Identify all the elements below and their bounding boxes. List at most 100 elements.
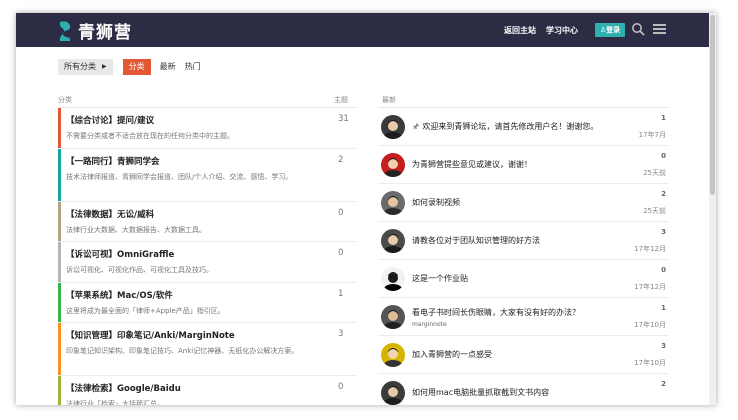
topic-title[interactable]: 如何用mac电脑批量抓取截到文书内容 <box>412 388 549 397</box>
topic-row[interactable]: 加入青狮营的一点感受 3 17年10月 <box>378 336 668 374</box>
topic-title-wrap[interactable]: 请教各位对于团队知识管理的好方法 <box>412 235 540 246</box>
category-title[interactable]: 【法律数据】无讼/威科 <box>66 208 356 220</box>
latest-topic-list: 🖈 欢迎来到青狮论坛，请首先修改用户名！谢谢您。 1 17年7月 为青狮营提些意见或建议… <box>378 107 668 405</box>
category-topic-count: 0 <box>338 382 344 392</box>
topic-activity-time: 17年10月 <box>634 359 666 367</box>
category-description: 不需要分类或者不适合放在现在的任何分类中的主题。 <box>66 132 234 140</box>
topic-title[interactable]: 看电子书时间长伤眼睛，大家有没有好的办法？ <box>412 308 580 317</box>
category-title[interactable]: 【综合讨论】提问/建议 <box>66 114 356 126</box>
avatar[interactable] <box>381 191 405 215</box>
topic-title[interactable]: 这是一个作业贴 <box>412 274 468 283</box>
topic-reply-count: 1 <box>661 114 666 122</box>
user-portrait-icon <box>381 115 405 139</box>
tab-latest[interactable]: 最新 <box>160 59 176 75</box>
category-color-bar <box>58 242 61 282</box>
category-row[interactable]: 【知识管理】印象笔记/Anki/MarginNote 印象笔记知识架构、印象笔记技… <box>58 323 356 376</box>
avatar[interactable] <box>381 229 405 253</box>
caret-right-icon: ▶ <box>102 63 107 70</box>
category-description: 技术法律师报道、青狮同学会报道、团队/个人介绍、交流、感悟、学习。 <box>66 173 293 181</box>
topic-title-wrap[interactable]: 如何用mac电脑批量抓取截到文书内容 <box>412 387 549 398</box>
site-logo[interactable]: 青狮营 <box>58 18 132 43</box>
topic-row[interactable]: 看电子书时间长伤眼睛，大家有没有好的办法？ marginnote 1 17年10月 <box>378 298 668 336</box>
category-title[interactable]: 【法律检索】Google/Baidu <box>66 382 356 394</box>
topic-row[interactable]: 请教各位对于团队知识管理的好方法 3 17年12月 <box>378 222 668 260</box>
topic-tag[interactable]: marginnote <box>412 321 447 328</box>
category-color-bar <box>58 202 61 241</box>
topic-reply-count: 1 <box>661 304 666 312</box>
category-row[interactable]: 【法律检索】Google/Baidu 法律行业「检索」大括那汇总。 0 <box>58 376 356 405</box>
user-portrait-icon <box>381 267 405 291</box>
category-description: 这里将成为最全面的「律师+Apple产品」指引区。 <box>66 307 225 315</box>
category-dropdown-label: 所有分类 <box>64 62 96 71</box>
avatar[interactable] <box>381 343 405 367</box>
category-topic-count: 31 <box>338 114 349 124</box>
user-portrait-icon <box>381 381 405 405</box>
category-topic-count: 3 <box>338 329 344 339</box>
topic-title[interactable]: 欢迎来到青狮论坛，请首先修改用户名！谢谢您。 <box>422 122 598 131</box>
topic-title-wrap[interactable]: 加入青狮营的一点感受 <box>412 349 492 360</box>
nav-learning-center-link[interactable]: 学习中心 <box>546 25 578 36</box>
avatar[interactable] <box>381 267 405 291</box>
topic-row[interactable]: 为青狮营提些意见或建议，谢谢！ 0 25天前 <box>378 146 668 184</box>
category-row[interactable]: 【苹果系统】Mac/OS/软件这里将成为最全面的「律师+Apple产品」指引区。… <box>58 283 356 323</box>
login-button[interactable]: ♙登录 <box>595 23 625 37</box>
lion-logo-icon <box>59 20 71 41</box>
avatar[interactable] <box>381 153 405 177</box>
category-title[interactable]: 【诉讼可视】OmniGraffle <box>66 248 356 260</box>
avatar[interactable] <box>381 381 405 405</box>
topic-title-wrap[interactable]: 如何录制视频 <box>412 197 460 208</box>
top-navigation-bar: 青狮营 返回主站 学习中心 ♙登录 <box>16 13 716 47</box>
topic-title[interactable]: 加入青狮营的一点感受 <box>412 350 492 359</box>
search-icon[interactable] <box>631 22 645 36</box>
topic-reply-count: 3 <box>661 342 666 350</box>
topic-reply-count: 0 <box>661 152 666 160</box>
nav-home-link[interactable]: 返回主站 <box>504 25 536 36</box>
category-description: 法律行业大数据、大数据报告、大数据工具。 <box>66 226 206 234</box>
category-row[interactable]: 【综合讨论】提问/建议不需要分类或者不适合放在现在的任何分类中的主题。 31 <box>58 108 356 149</box>
category-row[interactable]: 【一路同行】青狮同学会技术法律师报道、青狮同学会报道、团队/个人介绍、交流、感悟… <box>58 149 356 202</box>
browser-window: 青狮营 返回主站 学习中心 ♙登录 所有分类 ▶ 分类 最新 热门 分类 主题 … <box>16 13 716 405</box>
avatar[interactable] <box>381 115 405 139</box>
topic-activity-time: 17年10月 <box>634 321 666 329</box>
topic-title-wrap[interactable]: 为青狮营提些意见或建议，谢谢！ <box>412 159 532 170</box>
category-color-bar <box>58 283 61 322</box>
topic-row[interactable]: 这是一个作业贴 0 17年12月 <box>378 260 668 298</box>
site-name: 青狮营 <box>78 23 132 43</box>
category-title[interactable]: 【一路同行】青狮同学会 <box>66 155 356 167</box>
vertical-scrollbar[interactable] <box>709 13 716 405</box>
login-label: 登录 <box>606 26 621 34</box>
category-description: 诉讼可视化、可视化作品、可视化工具及技巧。 <box>66 266 213 274</box>
topic-title-wrap[interactable]: 看电子书时间长伤眼睛，大家有没有好的办法？ <box>412 307 580 318</box>
category-title[interactable]: 【苹果系统】Mac/OS/软件 <box>66 289 356 301</box>
topics-column-header[interactable]: 主题 <box>334 95 348 105</box>
category-topic-count: 2 <box>338 155 344 165</box>
filter-bar: 所有分类 ▶ 分类 最新 热门 <box>58 59 201 75</box>
category-row[interactable]: 【诉讼可视】OmniGraffle 诉讼可视化、可视化作品、可视化工具及技巧。 0 <box>58 242 356 283</box>
topic-title-wrap[interactable]: 这是一个作业贴 <box>412 273 468 284</box>
topic-title-wrap[interactable]: 🖈 欢迎来到青狮论坛，请首先修改用户名！谢谢您。 <box>412 121 598 135</box>
category-title[interactable]: 【知识管理】印象笔记/Anki/MarginNote <box>66 329 356 341</box>
category-dropdown[interactable]: 所有分类 ▶ <box>58 59 113 75</box>
topic-row[interactable]: 如何用mac电脑批量抓取截到文书内容 2 <box>378 374 668 405</box>
category-topic-count: 0 <box>338 208 344 218</box>
avatar[interactable] <box>381 305 405 329</box>
topic-reply-count: 0 <box>661 266 666 274</box>
topic-title[interactable]: 如何录制视频 <box>412 198 460 207</box>
topic-activity-time: 17年12月 <box>634 283 666 291</box>
topic-row[interactable]: 🖈 欢迎来到青狮论坛，请首先修改用户名！谢谢您。 1 17年7月 <box>378 108 668 146</box>
topic-title[interactable]: 请教各位对于团队知识管理的好方法 <box>412 236 540 245</box>
tab-categories[interactable]: 分类 <box>122 59 151 75</box>
topic-activity-time: 25天前 <box>643 169 666 177</box>
scrollbar-thumb[interactable] <box>710 15 715 195</box>
category-description: 印象笔记知识架构、印象笔记技巧、Anki记忆神器、无纸化办公解决方案。 <box>66 347 299 355</box>
category-row[interactable]: 【法律数据】无讼/威科法律行业大数据、大数据报告、大数据工具。 0 <box>58 202 356 242</box>
hamburger-menu-icon[interactable] <box>653 22 666 36</box>
topic-row[interactable]: 如何录制视频 2 25天前 <box>378 184 668 222</box>
topic-activity-time: 25天前 <box>643 207 666 215</box>
user-portrait-icon <box>381 191 405 215</box>
user-portrait-icon <box>381 153 405 177</box>
user-portrait-icon <box>381 343 405 367</box>
topic-title[interactable]: 为青狮营提些意见或建议，谢谢！ <box>412 160 532 169</box>
category-color-bar <box>58 149 61 201</box>
tab-hot[interactable]: 热门 <box>185 59 201 75</box>
